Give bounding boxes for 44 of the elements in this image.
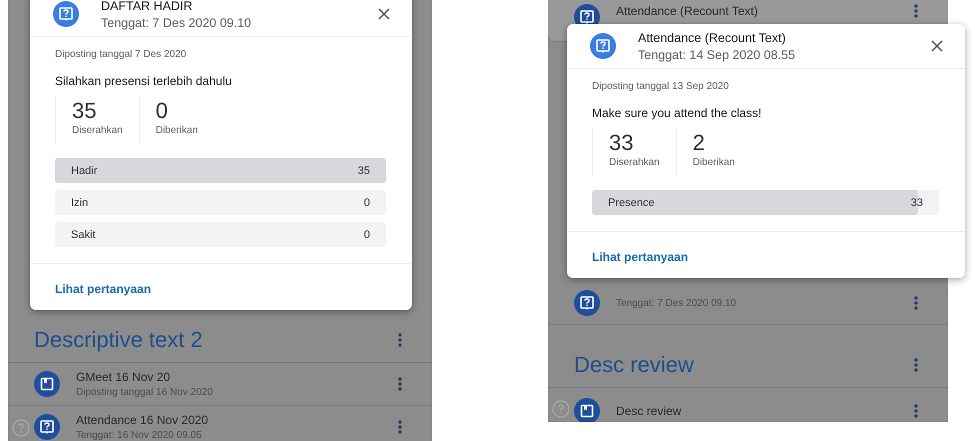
answer-bar[interactable]: Sakit 0 (55, 222, 386, 247)
stat-value: 2 (692, 130, 706, 156)
bookmark-icon (34, 371, 60, 397)
instruction-text: Make sure you attend the class! (592, 106, 762, 120)
due-date: Tenggat: 14 Sep 2020 08.55 (638, 48, 796, 62)
more-icon[interactable] (914, 404, 918, 418)
stat-label: Diserahkan (72, 125, 123, 136)
section-title: Desc review (574, 352, 694, 378)
item-subtitle: Tenggat: 7 Des 2020 09.10 (616, 298, 738, 308)
more-icon[interactable] (914, 4, 918, 18)
section-title: Descriptive text 2 (34, 327, 203, 353)
bookmark-icon (574, 398, 600, 422)
more-icon[interactable] (398, 333, 402, 347)
answer-bar[interactable]: Presence 33 (592, 190, 939, 215)
due-date: Tenggat: 7 Des 2020 09.10 (101, 16, 252, 30)
answer-bar[interactable]: Izin 0 (55, 190, 386, 215)
stat-label: Diberikan (692, 157, 735, 168)
instruction-text: Silahkan presensi terlebih dahulu (55, 74, 233, 88)
item-subtitle: Tenggat: 16 Nov 2020 09.05 (76, 430, 203, 441)
more-icon[interactable] (914, 296, 918, 310)
close-icon[interactable] (931, 40, 943, 52)
more-icon[interactable] (398, 377, 402, 391)
stat-label: Diserahkan (609, 157, 660, 168)
posted-date: Diposting tanggal 7 Des 2020 (55, 49, 188, 60)
stat-value: 33 (609, 130, 634, 156)
dialog-title: DAFTAR HADIR (101, 0, 194, 12)
question-icon (590, 33, 616, 59)
more-icon[interactable] (914, 358, 918, 372)
close-icon[interactable] (378, 8, 390, 20)
posted-date: Diposting tanggal 13 Sep 2020 (592, 81, 730, 92)
view-question-link[interactable]: Lihat pertanyaan (55, 282, 152, 296)
item-title[interactable]: GMeet 16 Nov 20 (76, 370, 382, 384)
item-title[interactable]: Attendance 16 Nov 2020 (76, 413, 382, 427)
more-icon[interactable] (398, 420, 402, 434)
question-icon (574, 290, 600, 316)
stat-label: Diberikan (156, 125, 198, 136)
question-icon (34, 414, 60, 440)
item-subtitle: Diposting tanggal 16 Nov 2020 (76, 387, 214, 398)
stat-value: 0 (156, 98, 169, 124)
view-question-link[interactable]: Lihat pertanyaan (592, 250, 688, 264)
item-title[interactable]: Desc review (616, 404, 898, 418)
stat-value: 35 (72, 98, 98, 124)
dialog-title: Attendance (Recount Text) (638, 30, 787, 44)
answer-bar[interactable]: Hadir 35 (55, 158, 386, 183)
